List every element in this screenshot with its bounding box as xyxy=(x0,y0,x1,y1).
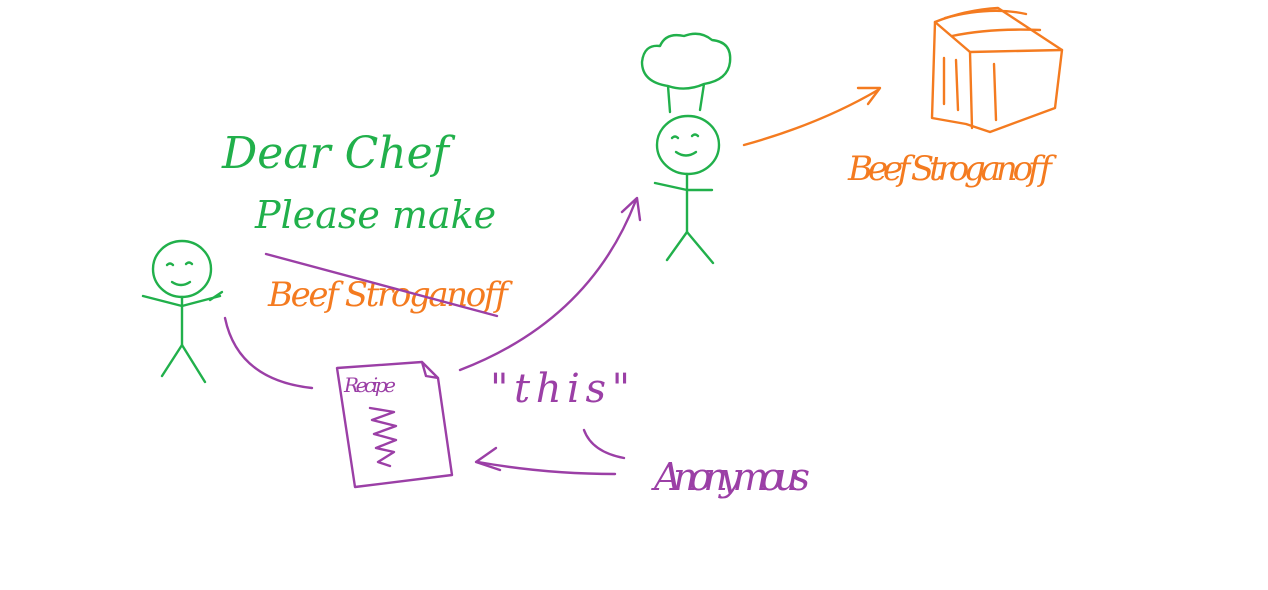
note-line-3: Beef Stroganoff xyxy=(267,275,513,315)
chef-hat-icon xyxy=(640,32,732,114)
customer-figure xyxy=(141,239,224,384)
recipe-to-chef-arrowhead xyxy=(620,196,642,222)
customer-legs xyxy=(160,343,207,384)
chef-arms xyxy=(653,181,714,192)
chef-head xyxy=(655,114,721,176)
anonymous-connector xyxy=(582,428,626,460)
customer-smile xyxy=(170,280,192,287)
whiteboard-canvas: Dear Chef Please make Beef Stroganoff Re… xyxy=(141,6,1064,499)
anonymous-to-recipe-arrowhead xyxy=(474,446,502,472)
chef-figure xyxy=(640,32,732,265)
chef-legs xyxy=(665,230,715,265)
customer-to-recipe-line xyxy=(223,316,314,390)
chef-eyes xyxy=(670,133,700,140)
recipe-document: Recipe xyxy=(335,360,454,489)
note-line-2: Please make xyxy=(254,193,496,237)
this-label: "this" xyxy=(490,366,630,412)
recipe-text-scribble xyxy=(368,406,398,468)
chef-to-dish-arrow xyxy=(742,88,880,147)
anonymous-to-recipe-arrow xyxy=(476,460,617,476)
note-line-1: Dear Chef xyxy=(221,128,456,179)
anonymous-label: Anonymous xyxy=(651,455,810,499)
recipe-label: Recipe xyxy=(343,373,396,397)
chef-smile xyxy=(674,150,698,157)
customer-eyes xyxy=(165,261,194,267)
customer-head xyxy=(151,239,213,299)
casserole-box-icon xyxy=(930,6,1064,134)
dish-label: Beef Stroganoff xyxy=(847,149,1057,189)
